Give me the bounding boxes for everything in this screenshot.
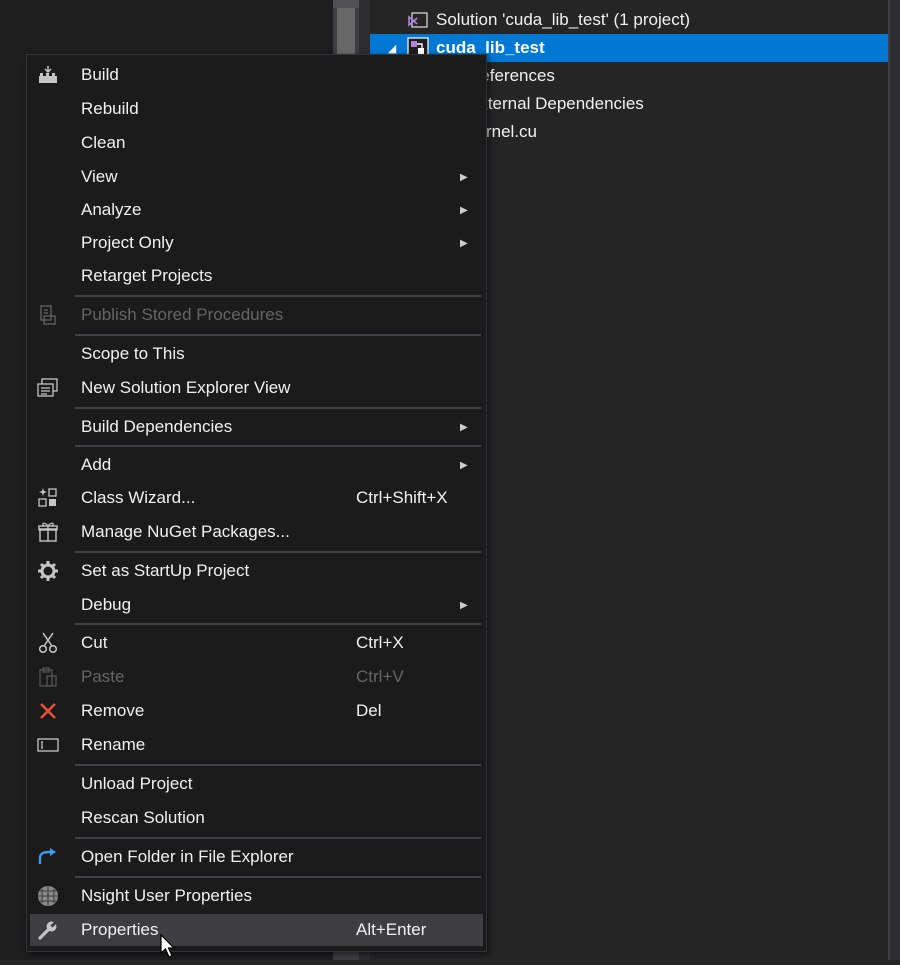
menu-label-build-dependencies: Build Dependencies bbox=[81, 417, 233, 436]
menu-label-view: View bbox=[81, 167, 118, 186]
menu-label-nsight-user-properties: Nsight User Properties bbox=[81, 886, 253, 905]
menu-separator bbox=[75, 764, 481, 766]
scissors-icon bbox=[36, 631, 60, 655]
menu-label-scope-to-this: Scope to This bbox=[81, 344, 185, 363]
menu-label-rescan-solution: Rescan Solution bbox=[81, 808, 205, 827]
menu-label-build: Build bbox=[81, 65, 119, 84]
menu-item-paste[interactable]: Paste Ctrl+V bbox=[30, 661, 483, 693]
submenu-arrow-icon: ▶ bbox=[460, 599, 468, 611]
menu-item-set-as-startup-project[interactable]: Set as StartUp Project bbox=[30, 555, 483, 587]
menu-label-manage-nuget-packages: Manage NuGet Packages... bbox=[81, 522, 290, 541]
rename-icon bbox=[36, 733, 60, 757]
menu-separator bbox=[75, 623, 481, 625]
menu-shortcut-properties: Alt+Enter bbox=[356, 920, 427, 939]
menu-label-cut: Cut bbox=[81, 633, 108, 652]
menu-separator bbox=[75, 295, 481, 297]
menu-item-class-wizard[interactable]: Class Wizard... Ctrl+Shift+X bbox=[30, 482, 483, 514]
menu-item-build-dependencies[interactable]: Build Dependencies ▶ bbox=[30, 411, 483, 443]
menu-label-set-as-startup-project: Set as StartUp Project bbox=[81, 561, 250, 580]
menu-label-properties: Properties bbox=[81, 920, 159, 939]
mouse-pointer-icon bbox=[160, 933, 180, 965]
menu-label-unload-project: Unload Project bbox=[81, 774, 193, 793]
new-view-icon bbox=[36, 376, 60, 400]
gear-icon bbox=[36, 559, 60, 583]
menu-label-analyze: Analyze bbox=[81, 200, 142, 219]
menu-label-publish-stored-procedures: Publish Stored Procedures bbox=[81, 305, 284, 324]
external-dependencies-label: External Dependencies bbox=[468, 94, 644, 113]
menu-label-remove: Remove bbox=[81, 701, 145, 720]
menu-item-nsight-user-properties[interactable]: Nsight User Properties bbox=[30, 880, 483, 912]
menu-label-new-solution-explorer-view: New Solution Explorer View bbox=[81, 378, 291, 397]
menu-item-new-solution-explorer-view[interactable]: New Solution Explorer View bbox=[30, 372, 483, 404]
menu-separator bbox=[75, 407, 481, 409]
menu-item-debug[interactable]: Debug ▶ bbox=[30, 589, 483, 621]
solution-label: Solution 'cuda_lib_test' (1 project) bbox=[436, 10, 691, 29]
menu-item-unload-project[interactable]: Unload Project bbox=[30, 768, 483, 800]
menu-item-project-only[interactable]: Project Only ▶ bbox=[30, 227, 483, 259]
menu-shortcut-remove: Del bbox=[356, 701, 382, 720]
menu-label-open-folder-in-file-explorer: Open Folder in File Explorer bbox=[81, 847, 294, 866]
menu-separator bbox=[75, 334, 481, 336]
menu-item-build[interactable]: Build bbox=[30, 59, 483, 91]
menu-label-class-wizard: Class Wizard... bbox=[81, 488, 196, 507]
menu-item-scope-to-this[interactable]: Scope to This bbox=[30, 338, 483, 370]
solution-icon bbox=[406, 9, 430, 31]
expand-triangle-icon[interactable]: ◢ bbox=[382, 42, 402, 55]
context-menu: Build Rebuild Clean View ▶ Analyze ▶ Pro… bbox=[26, 54, 487, 952]
publish-icon bbox=[36, 303, 60, 327]
window-edge bbox=[890, 0, 900, 960]
wrench-icon bbox=[36, 918, 60, 942]
scrollbar-up-region[interactable] bbox=[333, 0, 359, 8]
remove-x-icon bbox=[36, 699, 60, 723]
menu-item-open-folder-in-file-explorer[interactable]: Open Folder in File Explorer bbox=[30, 841, 483, 873]
clipboard-icon bbox=[36, 665, 60, 689]
open-folder-arrow-icon bbox=[36, 845, 60, 869]
submenu-arrow-icon: ▶ bbox=[460, 171, 468, 183]
menu-separator bbox=[75, 445, 481, 447]
menu-label-rename: Rename bbox=[81, 735, 146, 754]
menu-label-rebuild: Rebuild bbox=[81, 99, 139, 118]
menu-separator bbox=[75, 551, 481, 553]
submenu-arrow-icon: ▶ bbox=[460, 204, 468, 216]
menu-item-rescan-solution[interactable]: Rescan Solution bbox=[30, 802, 483, 834]
menu-label-project-only: Project Only bbox=[81, 233, 174, 252]
menu-label-clean: Clean bbox=[81, 133, 126, 152]
menu-label-add: Add bbox=[81, 455, 112, 474]
menu-separator bbox=[75, 876, 481, 878]
menu-item-retarget-projects[interactable]: Retarget Projects bbox=[30, 260, 483, 292]
menu-item-view[interactable]: View ▶ bbox=[30, 161, 483, 193]
nsight-globe-icon bbox=[36, 884, 60, 908]
menu-label-debug: Debug bbox=[81, 595, 132, 614]
submenu-arrow-icon: ▶ bbox=[460, 459, 468, 471]
menu-item-properties[interactable]: Properties Alt+Enter bbox=[30, 914, 483, 946]
menu-shortcut-class-wizard: Ctrl+Shift+X bbox=[356, 488, 448, 507]
menu-shortcut-paste: Ctrl+V bbox=[356, 667, 404, 686]
submenu-arrow-icon: ▶ bbox=[460, 421, 468, 433]
menu-shortcut-cut: Ctrl+X bbox=[356, 633, 404, 652]
menu-item-clean[interactable]: Clean bbox=[30, 127, 483, 159]
class-wizard-icon bbox=[36, 486, 60, 510]
menu-item-remove[interactable]: Remove Del bbox=[30, 695, 483, 727]
menu-item-add[interactable]: Add ▶ bbox=[30, 449, 483, 481]
menu-item-rename[interactable]: Rename bbox=[30, 729, 483, 761]
nuget-gift-icon bbox=[36, 520, 60, 544]
menu-separator bbox=[75, 837, 481, 839]
submenu-arrow-icon: ▶ bbox=[460, 237, 468, 249]
menu-item-rebuild[interactable]: Rebuild bbox=[30, 93, 483, 125]
menu-item-cut[interactable]: Cut Ctrl+X bbox=[30, 627, 483, 659]
menu-label-retarget-projects: Retarget Projects bbox=[81, 266, 213, 285]
tree-item-solution[interactable]: Solution 'cuda_lib_test' (1 project) bbox=[370, 6, 888, 34]
menu-item-publish-stored-procedures[interactable]: Publish Stored Procedures bbox=[30, 299, 483, 331]
menu-item-manage-nuget-packages[interactable]: Manage NuGet Packages... bbox=[30, 516, 483, 548]
build-icon bbox=[36, 63, 60, 87]
menu-label-paste: Paste bbox=[81, 667, 125, 686]
menu-item-analyze[interactable]: Analyze ▶ bbox=[30, 194, 483, 226]
